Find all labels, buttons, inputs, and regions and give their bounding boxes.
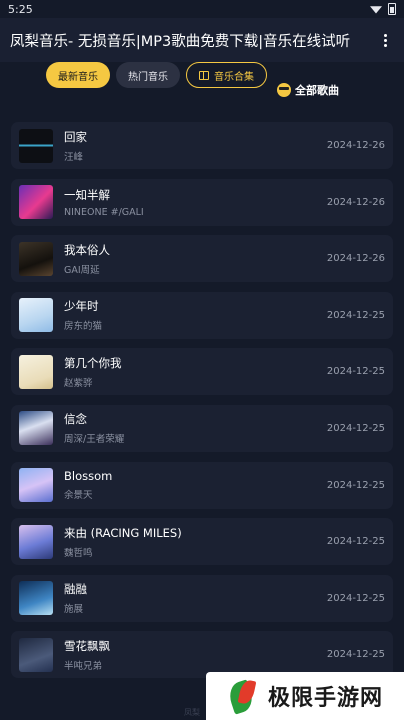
song-meta: 少年时 房东的猫 — [64, 298, 327, 332]
gift-icon — [199, 70, 209, 80]
status-icons — [370, 3, 396, 15]
song-date: 2024-12-25 — [326, 649, 385, 661]
page-title: 凤梨音乐- 无损音乐|MP3歌曲免费下载|音乐在线试听 — [10, 33, 351, 50]
song-list: 回家 汪峰 2024-12-26 一知半解 NINEONE #/GALI 202… — [11, 122, 393, 688]
song-artist: 余景天 — [64, 490, 93, 502]
song-date: 2024-12-26 — [326, 140, 385, 151]
song-row[interactable]: 融融 施展 2024-12-25 — [11, 574, 393, 622]
album-cover — [19, 411, 53, 446]
song-date: 2024-12-25 — [326, 592, 385, 604]
wifi-icon — [370, 6, 382, 14]
song-title: 一知半解 — [64, 187, 110, 202]
song-date: 2024-12-25 — [326, 422, 385, 434]
song-title: Blossom — [64, 469, 113, 484]
song-meta: 雪花飘飘 半吨兄弟 — [64, 638, 327, 672]
status-bar: 5:25 — [0, 0, 404, 18]
song-row[interactable]: 信念 周深/王者荣耀 2024-12-25 — [11, 404, 393, 452]
album-cover — [19, 468, 53, 503]
watermark-logo-icon — [225, 678, 258, 715]
album-cover — [19, 524, 53, 559]
battery-icon — [388, 3, 396, 15]
album-cover — [19, 354, 53, 389]
tab-music-collection[interactable]: 音乐合集 — [186, 62, 267, 88]
song-row[interactable]: 我本俗人 GAI周延 2024-12-26 — [11, 235, 393, 283]
category-tabs: 最新音乐 热门音乐 音乐合集 — [46, 62, 267, 88]
song-meta: 信念 周深/王者荣耀 — [64, 411, 327, 445]
song-row[interactable]: 一知半解 NINEONE #/GALI 2024-12-26 — [11, 178, 393, 226]
song-date: 2024-12-25 — [326, 309, 385, 321]
song-artist: 周深/王者荣耀 — [64, 434, 125, 446]
song-row[interactable]: 来由 (RACING MILES) 魏哲鸣 2024-12-25 — [11, 518, 393, 566]
all-songs-label: 全部歌曲 — [295, 84, 339, 97]
song-date: 2024-12-25 — [326, 479, 385, 491]
song-row[interactable]: 第几个你我 赵紫骅 2024-12-25 — [11, 348, 393, 396]
song-artist: 施展 — [64, 604, 84, 616]
song-title: 信念 — [64, 412, 87, 427]
song-title: 我本俗人 — [64, 242, 110, 257]
song-meta: 回家 汪峰 — [64, 129, 327, 163]
song-title: 来由 (RACING MILES) — [64, 525, 182, 540]
tab-latest-music[interactable]: 最新音乐 — [46, 62, 110, 88]
song-row[interactable]: 少年时 房东的猫 2024-12-25 — [11, 291, 393, 339]
status-time: 5:25 — [8, 2, 33, 16]
song-row[interactable]: 回家 汪峰 2024-12-26 — [11, 122, 393, 169]
song-artist: 赵紫骅 — [64, 377, 93, 389]
app-bar: 凤梨音乐- 无损音乐|MP3歌曲免费下载|音乐在线试听 — [0, 18, 404, 62]
song-artist: 魏哲鸣 — [64, 547, 93, 559]
album-cover — [19, 241, 53, 276]
song-title: 融融 — [64, 582, 87, 597]
album-cover — [19, 637, 53, 672]
tab-label: 热门音乐 — [128, 71, 168, 83]
all-songs-link[interactable]: 全部歌曲 — [277, 82, 339, 98]
tab-label: 音乐合集 — [214, 71, 254, 83]
song-meta: 来由 (RACING MILES) 魏哲鸣 — [64, 525, 327, 559]
song-date: 2024-12-25 — [326, 366, 385, 378]
song-row[interactable]: Blossom 余景天 2024-12-25 — [11, 461, 393, 509]
album-cover — [19, 128, 53, 163]
song-title: 少年时 — [64, 299, 99, 314]
site-watermark: 极限手游网 — [206, 672, 404, 720]
song-meta: 第几个你我 赵紫骅 — [64, 355, 327, 389]
tab-hot-music[interactable]: 热门音乐 — [116, 62, 180, 88]
song-date: 2024-12-25 — [326, 536, 385, 548]
song-meta: 融融 施展 — [64, 581, 327, 615]
song-artist: GAI周延 — [64, 264, 100, 276]
sunglasses-emoji-icon — [277, 83, 291, 97]
song-title: 回家 — [64, 129, 87, 144]
song-meta: 一知半解 NINEONE #/GALI — [64, 187, 327, 218]
footer-faint-text: 凤梨 — [184, 708, 200, 717]
song-artist: 房东的猫 — [64, 321, 103, 333]
song-date: 2024-12-26 — [326, 253, 385, 265]
song-artist: 半吨兄弟 — [64, 660, 103, 672]
song-meta: 我本俗人 GAI周延 — [64, 242, 327, 276]
album-cover — [19, 298, 53, 333]
song-date: 2024-12-26 — [326, 196, 385, 208]
more-options-icon[interactable] — [376, 33, 394, 47]
tab-label: 最新音乐 — [58, 71, 98, 83]
album-cover — [19, 185, 53, 220]
song-artist: NINEONE #/GALI — [64, 206, 144, 218]
song-title: 第几个你我 — [64, 355, 122, 370]
song-meta: Blossom 余景天 — [64, 469, 327, 501]
song-artist: 汪峰 — [64, 151, 84, 163]
watermark-text: 极限手游网 — [268, 686, 384, 711]
song-title: 雪花飘飘 — [64, 638, 110, 653]
album-cover — [19, 581, 53, 616]
